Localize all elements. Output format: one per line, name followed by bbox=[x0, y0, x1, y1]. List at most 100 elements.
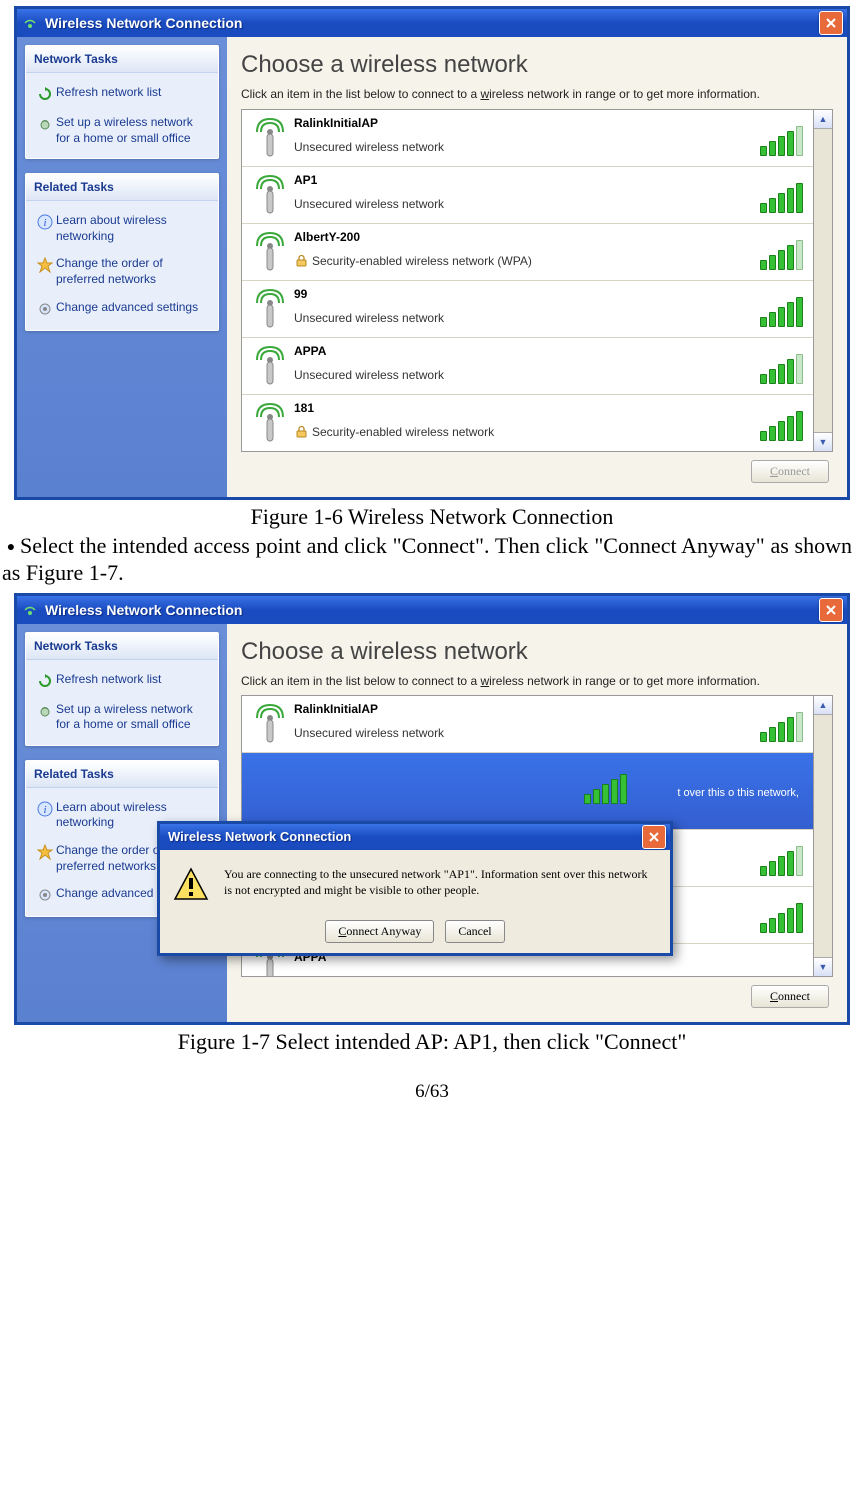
network-list[interactable]: RalinkInitialAP Unsecured wireless networ… bbox=[241, 109, 814, 452]
warning-icon bbox=[172, 866, 210, 904]
related-tasks-header: Related Tasks bbox=[26, 174, 218, 201]
signal-icon bbox=[757, 230, 805, 274]
scrollbar[interactable]: ▲ ▼ bbox=[814, 109, 833, 452]
ssid-label: RalinkInitialAP bbox=[294, 116, 757, 130]
network-tasks-header: Network Tasks bbox=[26, 46, 218, 73]
wnc-window-1: Wireless Network Connection Network Task… bbox=[14, 6, 850, 500]
wnc-window-2: Wireless Network Connection Network Task… bbox=[14, 593, 850, 1026]
security-label: Unsecured wireless network bbox=[294, 726, 757, 740]
ssid-label: 99 bbox=[294, 287, 757, 301]
caption-1: Figure 1-6 Wireless Network Connection bbox=[0, 504, 864, 530]
close-icon bbox=[825, 17, 837, 29]
change-order-link[interactable]: Change the order of preferred networks bbox=[30, 250, 214, 293]
titlebar[interactable]: Wireless Network Connection bbox=[17, 596, 847, 624]
dialog-titlebar[interactable]: Wireless Network Connection bbox=[160, 824, 670, 850]
wifi-graphic-icon bbox=[246, 116, 294, 160]
network-item[interactable]: AP1 Unsecured wireless network bbox=[242, 167, 813, 224]
security-label: Unsecured wireless network bbox=[294, 311, 757, 325]
dialog-message: You are connecting to the unsecured netw… bbox=[224, 866, 658, 898]
network-tasks-panel: Network Tasks Refresh network list Set u… bbox=[25, 632, 219, 746]
connect-anyway-button[interactable]: Connect Anyway bbox=[325, 920, 434, 943]
main-subtext: Click an item in the list below to conne… bbox=[241, 87, 833, 103]
ssid-label: APPA bbox=[294, 344, 757, 358]
refresh-icon bbox=[34, 672, 56, 690]
signal-icon bbox=[757, 702, 805, 746]
signal-icon bbox=[757, 836, 805, 880]
network-item[interactable]: RalinkInitialAP Unsecured wireless networ… bbox=[242, 696, 813, 753]
signal-icon bbox=[757, 287, 805, 331]
network-item-selected[interactable]: t over this o this network, bbox=[242, 753, 813, 830]
scroll-up-button[interactable]: ▲ bbox=[814, 696, 832, 715]
lock-icon bbox=[294, 254, 308, 268]
security-label: Unsecured wireless network bbox=[294, 197, 757, 211]
setup-icon bbox=[34, 702, 56, 720]
dialog-close-button[interactable] bbox=[642, 825, 666, 849]
network-item[interactable]: 99 Unsecured wireless network bbox=[242, 281, 813, 338]
network-item[interactable]: AlbertY-200Security-enabled wireless net… bbox=[242, 224, 813, 281]
ssid-label: RalinkInitialAP bbox=[294, 702, 757, 716]
wifi-graphic-icon bbox=[246, 173, 294, 217]
main-subtext: Click an item in the list below to conne… bbox=[241, 674, 833, 690]
gear-icon bbox=[34, 300, 56, 318]
gear-icon bbox=[34, 886, 56, 904]
cancel-button[interactable]: Cancel bbox=[445, 920, 504, 943]
star-icon bbox=[34, 843, 56, 861]
change-adv-link[interactable]: Change advanced settings bbox=[30, 294, 214, 324]
network-item[interactable]: APPA Unsecured wireless network bbox=[242, 338, 813, 395]
title-text: Wireless Network Connection bbox=[41, 602, 819, 618]
network-item[interactable]: RalinkInitialAP Unsecured wireless networ… bbox=[242, 110, 813, 167]
security-label: Security-enabled wireless network bbox=[294, 425, 757, 439]
network-tasks-panel: Network Tasks Refresh network list Set u… bbox=[25, 45, 219, 159]
connect-button[interactable]: Connect bbox=[751, 985, 829, 1008]
scroll-down-button[interactable]: ▼ bbox=[814, 957, 832, 976]
bullet-text: ●Select the intended access point and cl… bbox=[2, 532, 852, 587]
wifi-icon bbox=[21, 14, 39, 32]
warning-dialog: Wireless Network Connection You are conn… bbox=[157, 821, 673, 956]
dialog-title: Wireless Network Connection bbox=[164, 829, 642, 844]
ssid-label: AP1 bbox=[294, 173, 757, 187]
main-heading: Choose a wireless network bbox=[241, 638, 833, 666]
signal-icon bbox=[757, 893, 805, 937]
security-label: Unsecured wireless network bbox=[294, 368, 757, 382]
lock-icon bbox=[294, 425, 308, 439]
title-text: Wireless Network Connection bbox=[41, 15, 819, 31]
selected-desc: t over this o this network, bbox=[629, 783, 805, 799]
refresh-link[interactable]: Refresh network list bbox=[30, 79, 214, 109]
scroll-up-button[interactable]: ▲ bbox=[814, 110, 832, 129]
connect-button[interactable]: Connect bbox=[751, 460, 829, 483]
security-label: Unsecured wireless network bbox=[294, 140, 757, 154]
info-icon: i bbox=[34, 800, 56, 818]
refresh-link[interactable]: Refresh network list bbox=[30, 666, 214, 696]
ssid-label: 181 bbox=[294, 401, 757, 415]
close-icon bbox=[648, 831, 660, 843]
learn-link[interactable]: i Learn about wireless networking bbox=[30, 207, 214, 250]
titlebar[interactable]: Wireless Network Connection bbox=[17, 9, 847, 37]
close-button[interactable] bbox=[819, 598, 843, 622]
wifi-graphic-icon bbox=[246, 401, 294, 445]
page-number: 6/63 bbox=[0, 1081, 864, 1103]
star-icon bbox=[34, 256, 56, 274]
wifi-graphic-icon bbox=[246, 702, 294, 746]
network-item[interactable]: 181 Security-enabled wireless network bbox=[242, 395, 813, 451]
signal-icon bbox=[757, 344, 805, 388]
svg-text:i: i bbox=[43, 217, 46, 229]
signal-icon bbox=[757, 173, 805, 217]
info-icon: i bbox=[34, 213, 56, 231]
scroll-down-button[interactable]: ▼ bbox=[814, 432, 832, 451]
wifi-icon bbox=[21, 601, 39, 619]
main-panel: Choose a wireless network Click an item … bbox=[227, 37, 847, 497]
setup-link[interactable]: Set up a wireless network for a home or … bbox=[30, 109, 214, 152]
related-tasks-panel: Related Tasks i Learn about wireless net… bbox=[25, 173, 219, 330]
security-label: Security-enabled wireless network (WPA) bbox=[294, 254, 757, 268]
main-heading: Choose a wireless network bbox=[241, 51, 833, 79]
setup-link[interactable]: Set up a wireless network for a home or … bbox=[30, 696, 214, 739]
wifi-graphic-icon bbox=[246, 287, 294, 331]
scrollbar[interactable]: ▲ ▼ bbox=[814, 695, 833, 977]
close-button[interactable] bbox=[819, 11, 843, 35]
signal-icon bbox=[757, 116, 805, 160]
wifi-graphic-icon bbox=[246, 344, 294, 388]
svg-text:i: i bbox=[43, 804, 46, 816]
close-icon bbox=[825, 604, 837, 616]
sidebar: Network Tasks Refresh network list Set u… bbox=[17, 37, 227, 497]
signal-icon bbox=[757, 401, 805, 445]
